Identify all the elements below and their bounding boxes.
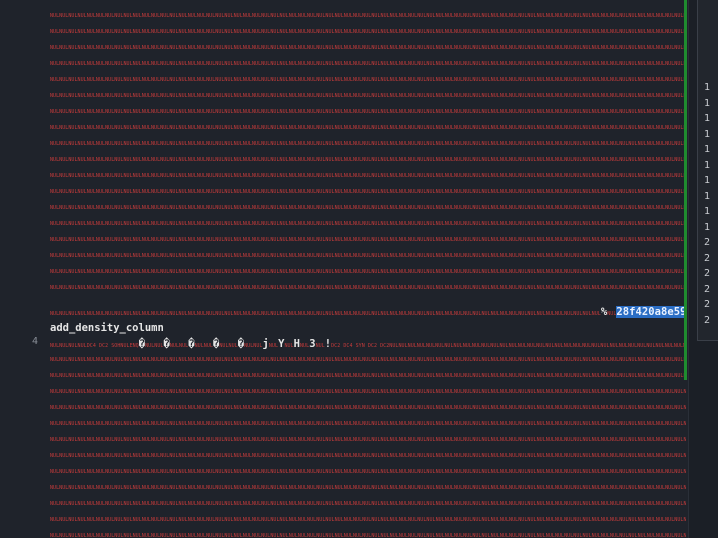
noise-line: NULNULNULNULNULNULNULNULNULNULNULNULNULN…	[50, 269, 686, 275]
minimap-panel: 1 1 1 1 1 1 1 1 1 1 2 2 2 2 2 2	[697, 0, 718, 341]
minimap-number: 2	[704, 268, 711, 279]
noise-line: NULNULNULNULNULNULNULNULNULNULNULNULNULN…	[50, 437, 686, 443]
noise-line: NULNULNULNULNULNULNULNULNULNULNULNULNULN…	[50, 141, 686, 147]
noise-line: NULNULNULNULNULNULNULNULNULNULNULNULNULN…	[50, 421, 686, 427]
minimap-number: 1	[704, 128, 711, 140]
binary-line: NULNULNULNULDC4 DC2 SOHNULENQ�NULNUL�NUL…	[50, 336, 686, 352]
commit-hash-highlight: 28f420a8e591	[616, 306, 686, 318]
minimap-number: 1	[704, 206, 711, 217]
noise-text: NUL	[300, 343, 310, 349]
minimap-number: 2	[704, 314, 711, 326]
minimap-number: 2	[704, 252, 711, 264]
noise-line: NULNULNULNULNULNULNULNULNULNULNULNULNULN…	[50, 357, 686, 363]
minimap-number: 1	[704, 82, 711, 93]
noise-line: NULNULNULNULNULNULNULNULNULNULNULNULNULN…	[50, 157, 686, 163]
noise-line: NULNULNULNULNULNULNULNULNULNULNULNULNULN…	[50, 13, 686, 19]
noise-line: NULNULNULNULNULNULNULNULNULNULNULNULNULN…	[50, 205, 686, 211]
noise-text: NULNULNULNULDC4 DC2 SOHNULENQ	[50, 343, 139, 349]
noise-line: NULNULNULNULNULNULNULNULNULNULNULNULNULN…	[50, 45, 686, 51]
noise-text: NUL	[315, 343, 325, 349]
minimap-number: 2	[704, 299, 711, 310]
noise-line: NULNULNULNULNULNULNULNULNULNULNULNULNULN…	[50, 485, 686, 491]
noise-text: NULNUL	[169, 343, 189, 349]
noise-line: NULNULNULNULNULNULNULNULNULNULNULNULNULN…	[50, 253, 686, 259]
noise-line: NULNULNULNULNULNULNULNULNULNULNULNULNULN…	[50, 93, 686, 99]
scrollbar-indicator[interactable]	[684, 0, 687, 380]
commit-hash-line: NULNULNULNULNULNULNULNULNULNULNULNULNULN…	[50, 304, 686, 320]
noise-text: NULNUL	[244, 343, 263, 349]
noise-line: NULNULNULNULNULNULNULNULNULNULNULNULNULN…	[50, 109, 686, 115]
minimap-number: 1	[704, 175, 711, 186]
noise-line: NULNULNULNULNULNULNULNULNULNULNULNULNULN…	[50, 533, 686, 538]
noise-text: NULNUL	[219, 343, 238, 349]
code-area[interactable]: NULNULNULNULNULNULNULNULNULNULNULNULNULN…	[50, 0, 686, 538]
noise-line: NULNULNULNULNULNULNULNULNULNULNULNULNULN…	[50, 373, 686, 379]
noise-text: NULNULNULNULNULNULNULNULNULNULNULNULNULN…	[50, 311, 601, 317]
noise-line: NULNULNULNULNULNULNULNULNULNULNULNULNULN…	[50, 469, 686, 475]
minimap-number: 1	[704, 221, 711, 233]
minimap-number: 1	[704, 144, 711, 155]
noise-text: NULNUL	[145, 343, 164, 349]
noise-line: NULNULNULNULNULNULNULNULNULNULNULNULNULN…	[50, 125, 686, 131]
noise-line: NULNULNULNULNULNULNULNULNULNULNULNULNULN…	[50, 173, 686, 179]
minimap[interactable]: 1 1 1 1 1 1 1 1 1 1 2 2 2 2 2 2	[688, 0, 718, 538]
editor-pane[interactable]: 4 NULNULNULNULNULNULNULNULNULNULNULNULNU…	[0, 0, 688, 538]
minimap-number: 1	[704, 97, 711, 109]
minimap-number: 1	[704, 113, 711, 124]
noise-line: NULNULNULNULNULNULNULNULNULNULNULNULNULN…	[50, 77, 686, 83]
minimap-number: 1	[704, 190, 711, 202]
noise-line: NULNULNULNULNULNULNULNULNULNULNULNULNULN…	[50, 29, 686, 35]
line-gutter: 4	[0, 0, 44, 538]
noise-text: NUL	[268, 343, 279, 349]
noise-line: NULNULNULNULNULNULNULNULNULNULNULNULNULN…	[50, 221, 686, 227]
minimap-number: 2	[704, 237, 711, 248]
noise-line: NULNULNULNULNULNULNULNULNULNULNULNULNULN…	[50, 501, 686, 507]
noise-line: NULNULNULNULNULNULNULNULNULNULNULNULNULN…	[50, 389, 686, 395]
line-number: 4	[31, 336, 38, 347]
noise-text: NUL	[284, 343, 294, 349]
noise-line: NULNULNULNULNULNULNULNULNULNULNULNULNULN…	[50, 237, 686, 243]
noise-line: NULNULNULNULNULNULNULNULNULNULNULNULNULN…	[50, 61, 686, 67]
function-name-line: add_density_column	[50, 322, 164, 334]
noise-line: NULNULNULNULNULNULNULNULNULNULNULNULNULN…	[50, 453, 686, 459]
noise-text: NULNUL	[194, 343, 213, 349]
noise-line: NULNULNULNULNULNULNULNULNULNULNULNULNULN…	[50, 405, 686, 411]
noise-text: DC2 DC4 SYN DC2 DC2NULNULNULNULNULNULNUL…	[331, 343, 686, 349]
minimap-number: 2	[704, 283, 711, 295]
noise-line: NULNULNULNULNULNULNULNULNULNULNULNULNULN…	[50, 517, 686, 523]
noise-line: NULNULNULNULNULNULNULNULNULNULNULNULNULN…	[50, 285, 686, 291]
noise-line: NULNULNULNULNULNULNULNULNULNULNULNULNULN…	[50, 189, 686, 195]
minimap-number: 1	[704, 159, 711, 171]
